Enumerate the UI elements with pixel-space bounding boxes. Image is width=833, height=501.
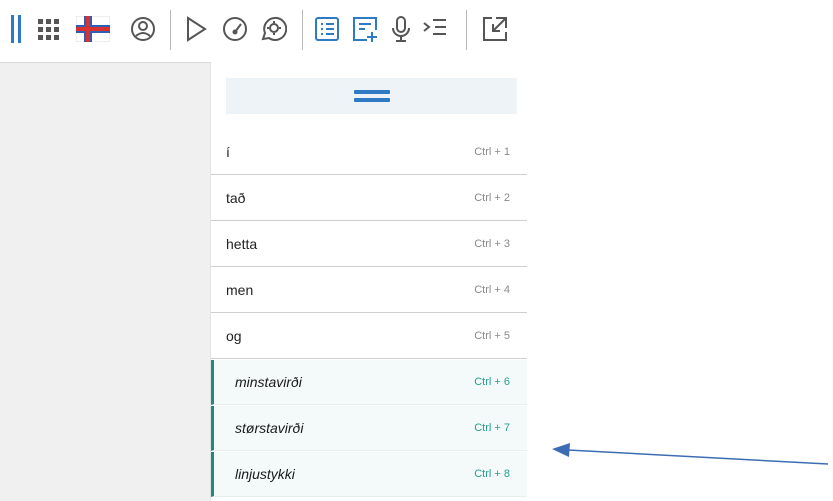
annotation-arrow [552,443,829,465]
